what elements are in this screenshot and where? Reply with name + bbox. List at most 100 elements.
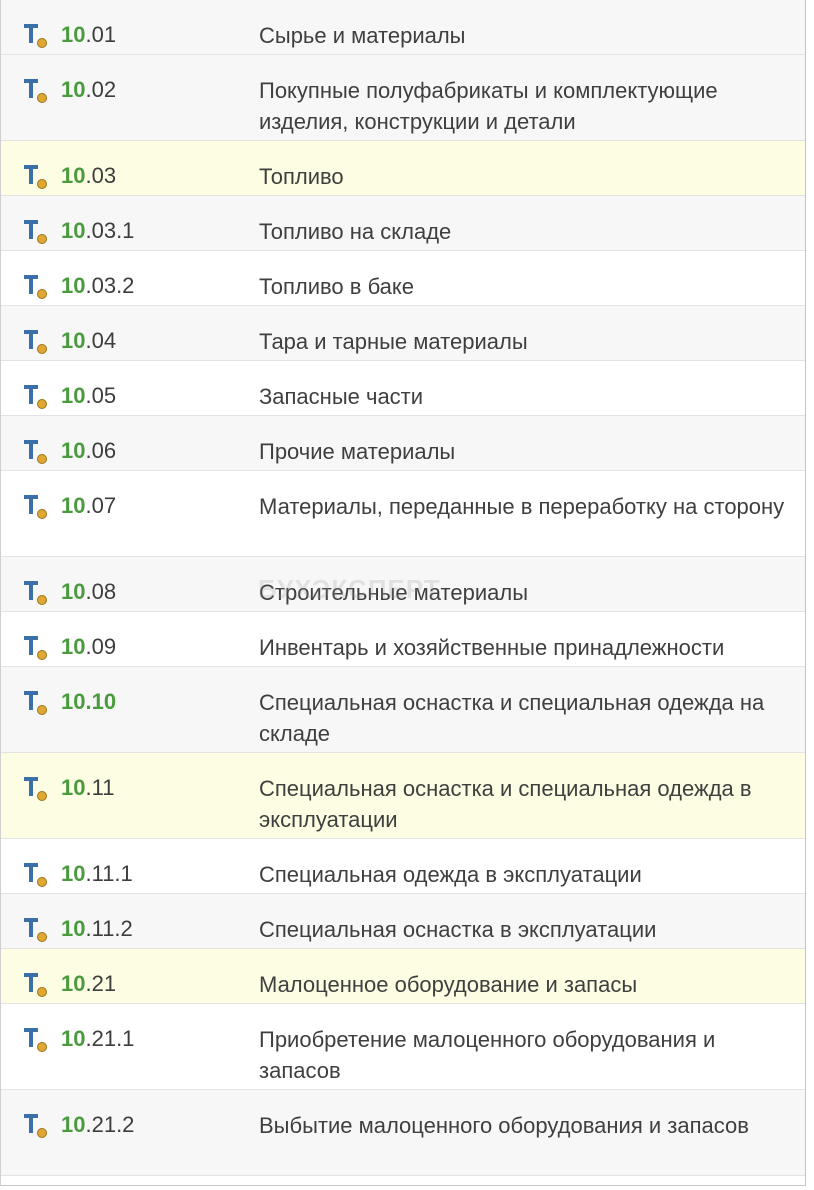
account-code-minor: .01 bbox=[85, 22, 117, 47]
table-row[interactable]: 10.03.1 Топливо на складе bbox=[1, 196, 805, 251]
account-code: 10.04 bbox=[61, 326, 116, 356]
account-name: Инвентарь и хозяйственные принадлежности bbox=[259, 635, 725, 660]
account-type-icon bbox=[23, 272, 51, 300]
account-code-major: 10 bbox=[61, 634, 86, 659]
account-name: Специальная оснастка в эксплуатации bbox=[259, 917, 657, 942]
account-code-major: 10 bbox=[61, 438, 86, 463]
account-type-icon bbox=[23, 633, 51, 661]
account-code-minor: .03 bbox=[85, 163, 117, 188]
account-code-minor: .11.2 bbox=[85, 916, 133, 941]
account-name: Запасные части bbox=[259, 384, 424, 409]
account-code: 10.21.1 bbox=[61, 1024, 134, 1054]
account-code-minor: .11.1 bbox=[85, 861, 133, 886]
account-code-minor: .02 bbox=[85, 77, 117, 102]
account-code: 10.01 bbox=[61, 20, 116, 50]
account-type-icon bbox=[23, 970, 51, 998]
account-type-icon bbox=[23, 774, 51, 802]
account-code: 10.21 bbox=[61, 969, 116, 999]
table-row[interactable]: 10.08 Строительные материалы bbox=[1, 557, 805, 612]
account-code: 10.03.1 bbox=[61, 216, 134, 246]
account-code-minor: .21.1 bbox=[85, 1026, 135, 1051]
account-type-icon bbox=[23, 21, 51, 49]
table-row[interactable]: 10.07 Материалы, переданные в переработк… bbox=[1, 471, 805, 557]
account-code: 10.05 bbox=[61, 381, 116, 411]
chart-of-accounts-table: 10.01 Сырье и материалы 10.02 Покупные п… bbox=[0, 0, 806, 1186]
table-row[interactable]: 10.06 Прочие материалы bbox=[1, 416, 805, 471]
table-row[interactable]: 10.21.1 Приобретение малоценного оборудо… bbox=[1, 1004, 805, 1090]
table-row[interactable]: 10.03 Топливо bbox=[1, 141, 805, 196]
account-code-major: 10 bbox=[61, 775, 86, 800]
account-code: 10.21.2 bbox=[61, 1110, 134, 1140]
table-row[interactable]: 10.11.2 Специальная оснастка в эксплуата… bbox=[1, 894, 805, 949]
account-type-icon bbox=[23, 578, 51, 606]
table-row[interactable]: 10.05 Запасные части bbox=[1, 361, 805, 416]
account-name: Выбытие малоценного оборудования и запас… bbox=[259, 1113, 749, 1138]
account-code-major: 10 bbox=[61, 916, 86, 941]
account-type-icon bbox=[23, 217, 51, 245]
account-code-major: 10 bbox=[61, 689, 86, 714]
account-code-minor: .07 bbox=[85, 493, 117, 518]
table-row[interactable]: 10.10 Специальная оснастка и специальная… bbox=[1, 667, 805, 753]
account-code: 10.03 bbox=[61, 161, 116, 191]
account-name: Материалы, переданные в переработку на с… bbox=[259, 494, 785, 519]
account-name: Топливо в баке bbox=[259, 274, 415, 299]
account-code: 10.03.2 bbox=[61, 271, 134, 301]
account-code-major: 10 bbox=[61, 218, 86, 243]
table-row[interactable]: 10.09 Инвентарь и хозяйственные принадле… bbox=[1, 612, 805, 667]
account-code: 10.06 bbox=[61, 436, 116, 466]
account-name: Топливо на складе bbox=[259, 219, 452, 244]
account-code: 10.09 bbox=[61, 632, 116, 662]
table-row[interactable]: 10.02 Покупные полуфабрикаты и комплекту… bbox=[1, 55, 805, 141]
account-code-major: 10 bbox=[61, 1026, 86, 1051]
account-code-minor: .03.1 bbox=[85, 218, 135, 243]
account-name: Приобретение малоценного оборудования и … bbox=[259, 1027, 716, 1083]
account-type-icon bbox=[23, 382, 51, 410]
account-type-icon bbox=[23, 915, 51, 943]
account-type-icon bbox=[23, 1025, 51, 1053]
table-row[interactable]: 10.11 Специальная оснастка и специальная… bbox=[1, 753, 805, 839]
account-code-major: 10 bbox=[61, 22, 86, 47]
table-row[interactable]: 10.03.2 Топливо в баке bbox=[1, 251, 805, 306]
account-name: Малоценное оборудование и запасы bbox=[259, 972, 638, 997]
account-type-icon bbox=[23, 492, 51, 520]
account-code-major: 10 bbox=[61, 163, 86, 188]
account-name: Покупные полуфабрикаты и комплектующие и… bbox=[259, 78, 718, 134]
account-code: 10.11.2 bbox=[61, 914, 133, 944]
table-row[interactable]: 10.11.1 Специальная одежда в эксплуатаци… bbox=[1, 839, 805, 894]
account-type-icon bbox=[23, 437, 51, 465]
account-code-minor: .11 bbox=[85, 775, 115, 800]
account-code-major: 10 bbox=[61, 328, 86, 353]
account-code-minor: .21.2 bbox=[85, 1112, 135, 1137]
account-code-major: 10 bbox=[61, 77, 86, 102]
table-row[interactable]: 10.21 Малоценное оборудование и запасы bbox=[1, 949, 805, 1004]
account-code: 10.11.1 bbox=[61, 859, 133, 889]
account-type-icon bbox=[23, 860, 51, 888]
account-code-minor: .10 bbox=[85, 689, 117, 714]
account-code: 10.08 bbox=[61, 577, 116, 607]
account-code: 10.10 bbox=[61, 687, 116, 717]
account-code-minor: .06 bbox=[85, 438, 117, 463]
account-type-icon bbox=[23, 162, 51, 190]
account-type-icon bbox=[23, 327, 51, 355]
account-code-major: 10 bbox=[61, 861, 86, 886]
account-name: Специальная одежда в эксплуатации bbox=[259, 862, 642, 887]
account-name: Топливо bbox=[259, 164, 344, 189]
account-type-icon bbox=[23, 76, 51, 104]
account-name: Специальная оснастка и специальная одежд… bbox=[259, 776, 752, 832]
table-row[interactable]: 10.04 Тара и тарные материалы bbox=[1, 306, 805, 361]
account-code-minor: .08 bbox=[85, 579, 117, 604]
table-row[interactable]: 10.21.2 Выбытие малоценного оборудования… bbox=[1, 1090, 805, 1176]
account-code-minor: .05 bbox=[85, 383, 117, 408]
account-code-minor: .04 bbox=[85, 328, 117, 353]
account-code: 10.11 bbox=[61, 773, 114, 803]
account-name: Специальная оснастка и специальная одежд… bbox=[259, 690, 765, 746]
account-code-minor: .09 bbox=[85, 634, 117, 659]
account-code-major: 10 bbox=[61, 493, 86, 518]
account-code-major: 10 bbox=[61, 273, 86, 298]
table-row[interactable]: 10.01 Сырье и материалы bbox=[1, 0, 805, 55]
account-code-major: 10 bbox=[61, 579, 86, 604]
account-type-icon bbox=[23, 1111, 51, 1139]
account-name: Прочие материалы bbox=[259, 439, 456, 464]
account-code-minor: .03.2 bbox=[85, 273, 135, 298]
account-type-icon bbox=[23, 688, 51, 716]
